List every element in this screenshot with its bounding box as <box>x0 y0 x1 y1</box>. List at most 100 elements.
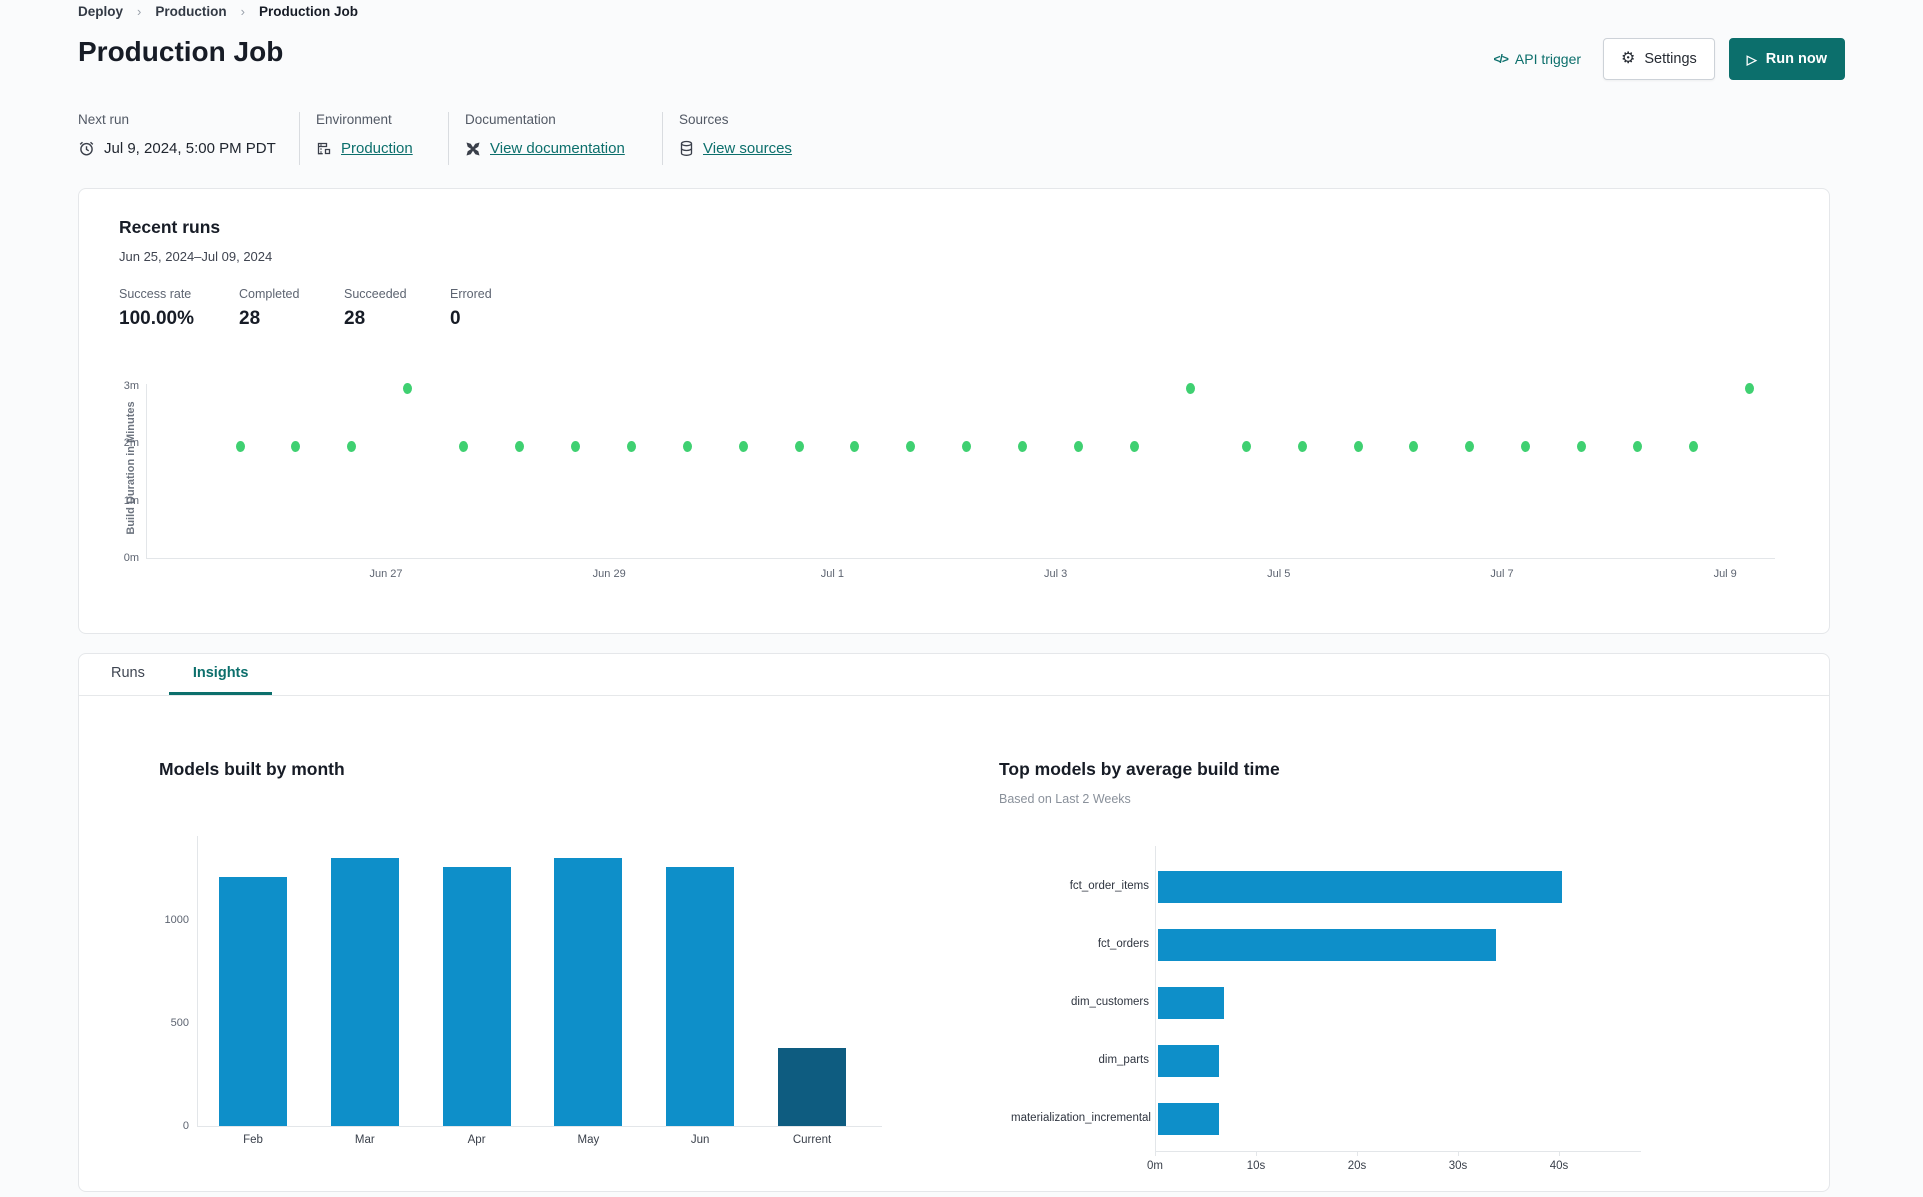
top-models-hbar-chart: fct_order_items fct_orders dim_customersdi… <box>1011 846 1691 1186</box>
scatter-x-tick: Jul 7 <box>1490 568 1514 580</box>
run-duration-dot <box>1744 383 1754 395</box>
stat-success-rate: Success rate 100.00% <box>119 287 195 329</box>
model-name-label: dim_parts <box>1098 1054 1150 1066</box>
hbar-x-tick: 0m <box>1147 1160 1163 1172</box>
run-duration-dot <box>1353 440 1363 452</box>
run-duration-dot <box>626 440 636 452</box>
sources-database-icon <box>679 140 694 157</box>
scatter-y-axis-label: Build Duration in Minutes <box>125 401 137 535</box>
hbar-tick-mark <box>1357 1151 1358 1156</box>
tab-insights[interactable]: Insights <box>168 654 273 695</box>
environment-label: Environment <box>316 112 392 127</box>
build-time-bar <box>1158 1103 1219 1135</box>
scatter-x-axis-line <box>146 558 1775 559</box>
scatter-y-tick: 2m <box>123 437 139 450</box>
view-sources-link[interactable]: View sources <box>703 140 792 157</box>
breadcrumb-production-job: Production Job <box>258 4 358 19</box>
month-bar <box>330 858 399 1126</box>
build-duration-scatter-chart: Build Duration in Minutes 0m 1m 2m 3m Jun 27… <box>113 376 1793 608</box>
environment-value: Production <box>316 140 448 165</box>
run-duration-dot <box>682 440 692 452</box>
bar-y-tick: 0 <box>182 1120 189 1132</box>
run-duration-dot <box>738 440 748 452</box>
view-documentation-link[interactable]: View documentation <box>490 140 625 157</box>
bar-x-tick: Apr <box>467 1134 486 1146</box>
settings-button[interactable]: ⚙ Settings <box>1603 38 1715 80</box>
insights-card: Runs Insights Models built by month 0 500… <box>78 653 1830 1192</box>
sources-value: View sources <box>679 140 792 165</box>
scatter-x-tick: Jun 27 <box>369 568 403 580</box>
model-name-label: fct_order_items <box>1069 880 1149 892</box>
header-actions: </> API trigger ⚙ Settings ▷ Run now <box>1494 38 1845 80</box>
hbar-x-tick: 30s <box>1448 1160 1468 1172</box>
bar-x-tick: Current <box>792 1134 832 1146</box>
next-run-datetime: Jul 9, 2024, 5:00 PM PDT <box>104 140 276 157</box>
run-duration-dot <box>1409 440 1419 452</box>
month-bar <box>442 867 511 1126</box>
run-duration-dot <box>1577 440 1587 452</box>
bar-y-tick: 500 <box>170 1017 189 1029</box>
settings-label: Settings <box>1644 51 1697 67</box>
play-icon: ▷ <box>1746 51 1757 67</box>
run-duration-dot <box>1521 440 1531 452</box>
breadcrumb-deploy[interactable]: Deploy <box>78 4 123 19</box>
run-duration-dot <box>291 440 301 452</box>
run-duration-dot <box>794 440 804 452</box>
tab-bar: Runs Insights <box>79 654 1829 696</box>
scatter-y-tick: 1m <box>123 494 139 507</box>
page-title: Production Job <box>78 36 284 67</box>
build-time-bar <box>1158 929 1497 961</box>
run-duration-dot <box>962 440 972 452</box>
run-duration-dot <box>1185 383 1195 395</box>
job-info-strip: Next run Jul 9, 2024, 5:00 PM PDT Enviro… <box>78 112 792 165</box>
run-duration-dot <box>570 440 580 452</box>
month-bar <box>778 1047 846 1126</box>
run-duration-dot <box>1297 440 1307 452</box>
model-name-label: dim_customers <box>1071 996 1149 1008</box>
recent-runs-card: Recent runs Jun 25, 2024–Jul 09, 2024 Su… <box>78 188 1830 634</box>
environment-link[interactable]: Production <box>341 140 413 157</box>
api-trigger-link[interactable]: </> API trigger <box>1494 51 1582 67</box>
model-name-label: materialization_incremental <box>1011 1112 1151 1124</box>
month-bar <box>666 867 735 1126</box>
environment-database-icon <box>316 140 332 157</box>
tab-runs[interactable]: Runs <box>87 654 169 695</box>
hbar-tick-mark <box>1155 1151 1156 1156</box>
scatter-y-axis-line <box>146 384 147 558</box>
run-now-button[interactable]: ▷ Run now <box>1728 38 1845 80</box>
hbar-x-tick: 10s <box>1246 1160 1266 1172</box>
scatter-y-tick: 3m <box>123 380 139 392</box>
scatter-x-tick: Jul 3 <box>1043 568 1068 580</box>
run-duration-dot <box>1129 440 1139 452</box>
top-models-title: Top models by average build time <box>999 759 1280 779</box>
bar-x-tick: Jun <box>690 1134 710 1146</box>
bar-y-axis-line <box>197 836 198 1126</box>
scatter-y-tick: 0m <box>123 552 139 564</box>
models-built-bar-chart: 0 500 1000 Feb Mar Apr May Jun Current <box>165 831 897 1161</box>
run-now-label: Run now <box>1765 51 1827 67</box>
bar-x-tick: May <box>577 1134 600 1146</box>
model-name-label: fct_orders <box>1097 938 1149 950</box>
build-time-bar <box>1158 1045 1219 1077</box>
hbar-tick-mark <box>1256 1151 1257 1156</box>
production-job-page: Deploy › Production › Production Job Pro… <box>0 0 1923 1197</box>
breadcrumb-production[interactable]: Production <box>155 4 226 19</box>
sources-label: Sources <box>679 112 729 127</box>
run-duration-dot <box>850 440 860 452</box>
documentation-value: View documentation <box>465 140 662 165</box>
api-trigger-label: API trigger <box>1514 51 1582 67</box>
month-bar <box>554 858 623 1126</box>
scatter-x-tick: Jul 1 <box>820 568 845 580</box>
alarm-clock-icon <box>78 140 95 157</box>
dbt-docs-icon <box>465 141 481 157</box>
stat-completed: Completed 28 <box>239 287 300 329</box>
stat-succeeded: Succeeded 28 <box>344 287 407 329</box>
scatter-x-tick: Jul 9 <box>1713 568 1737 580</box>
run-duration-dot <box>515 440 524 452</box>
run-duration-dot <box>1465 440 1475 452</box>
chevron-right-icon: › <box>240 4 245 19</box>
recent-runs-title: Recent runs <box>119 217 221 237</box>
documentation-section: Documentation View documentation <box>449 112 663 165</box>
sources-section: Sources View sources <box>663 112 792 165</box>
run-duration-dot <box>1074 440 1083 452</box>
